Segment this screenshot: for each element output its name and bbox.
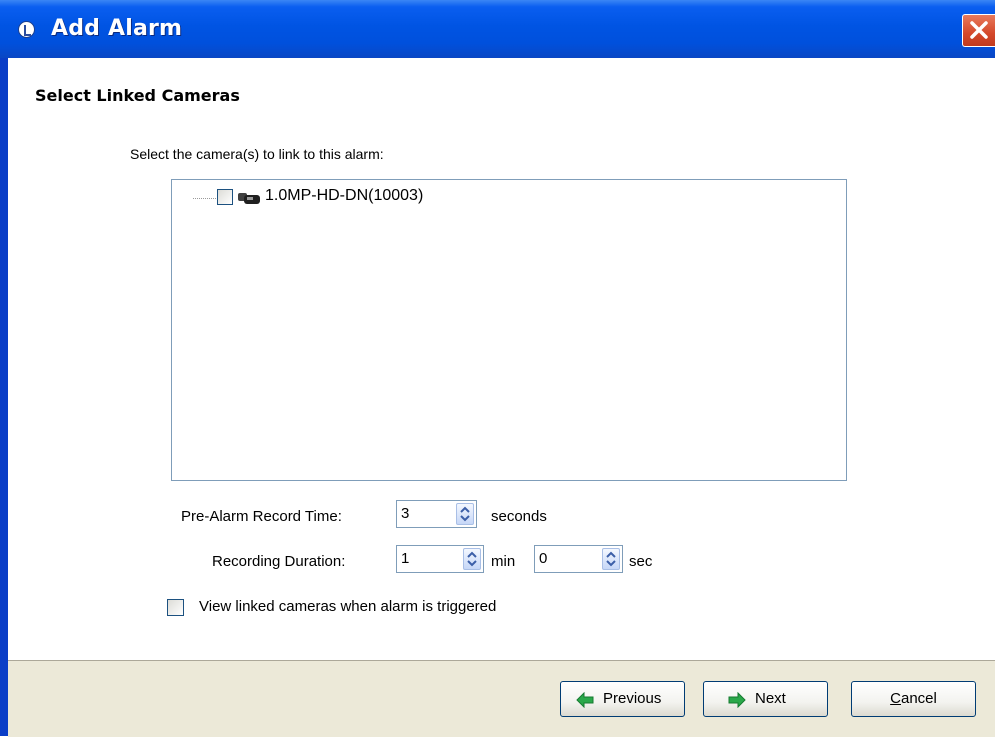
view-linked-label[interactable]: View linked cameras when alarm is trigge… xyxy=(199,598,496,615)
pre-alarm-spin-buttons[interactable] xyxy=(456,503,474,525)
duration-min-spin-buttons[interactable] xyxy=(463,548,481,570)
cancel-accelerator: C xyxy=(890,690,901,707)
duration-min-value: 1 xyxy=(401,550,410,567)
recording-duration-label: Recording Duration: xyxy=(212,553,346,570)
cancel-label-rest: ancel xyxy=(900,690,937,707)
arrow-left-icon xyxy=(576,692,594,708)
camera-select-label: Select the camera(s) to link to this ala… xyxy=(130,146,384,162)
spin-updown-icon xyxy=(467,551,477,567)
previous-button[interactable]: Previous xyxy=(560,681,685,717)
window-title: Add Alarm xyxy=(51,16,183,41)
pre-alarm-input[interactable]: 3 xyxy=(396,500,477,528)
spin-updown-icon xyxy=(460,506,470,522)
close-icon xyxy=(970,21,988,39)
duration-sec-unit: sec xyxy=(629,553,653,570)
section-title: Select Linked Cameras xyxy=(35,86,240,105)
next-button[interactable]: Next xyxy=(703,681,828,717)
alarm-app-icon xyxy=(18,21,35,38)
close-button[interactable] xyxy=(962,14,995,47)
previous-label: Previous xyxy=(603,690,662,707)
pre-alarm-value: 3 xyxy=(401,505,410,522)
title-bar: Add Alarm xyxy=(0,0,995,58)
view-linked-checkbox[interactable] xyxy=(167,599,184,616)
tree-connector xyxy=(193,198,218,199)
next-label: Next xyxy=(755,690,786,707)
duration-min-unit: min xyxy=(491,553,516,570)
duration-sec-value: 0 xyxy=(539,550,548,567)
cancel-label: Cancel xyxy=(852,690,975,707)
camera-name[interactable]: 1.0MP-HD-DN(10003) xyxy=(265,187,423,205)
window-frame-left xyxy=(0,58,8,736)
pre-alarm-label: Pre-Alarm Record Time: xyxy=(181,508,342,525)
camera-icon xyxy=(238,193,260,204)
duration-sec-spin-buttons[interactable] xyxy=(602,548,620,570)
duration-min-input[interactable]: 1 xyxy=(396,545,484,573)
camera-tree[interactable]: 1.0MP-HD-DN(10003) xyxy=(171,179,847,481)
camera-checkbox[interactable] xyxy=(217,189,233,205)
duration-sec-input[interactable]: 0 xyxy=(534,545,623,573)
arrow-right-icon xyxy=(728,692,746,708)
cancel-button[interactable]: Cancel xyxy=(851,681,976,717)
spin-updown-icon xyxy=(606,551,616,567)
footer-bar xyxy=(8,660,995,737)
pre-alarm-unit: seconds xyxy=(491,508,547,525)
